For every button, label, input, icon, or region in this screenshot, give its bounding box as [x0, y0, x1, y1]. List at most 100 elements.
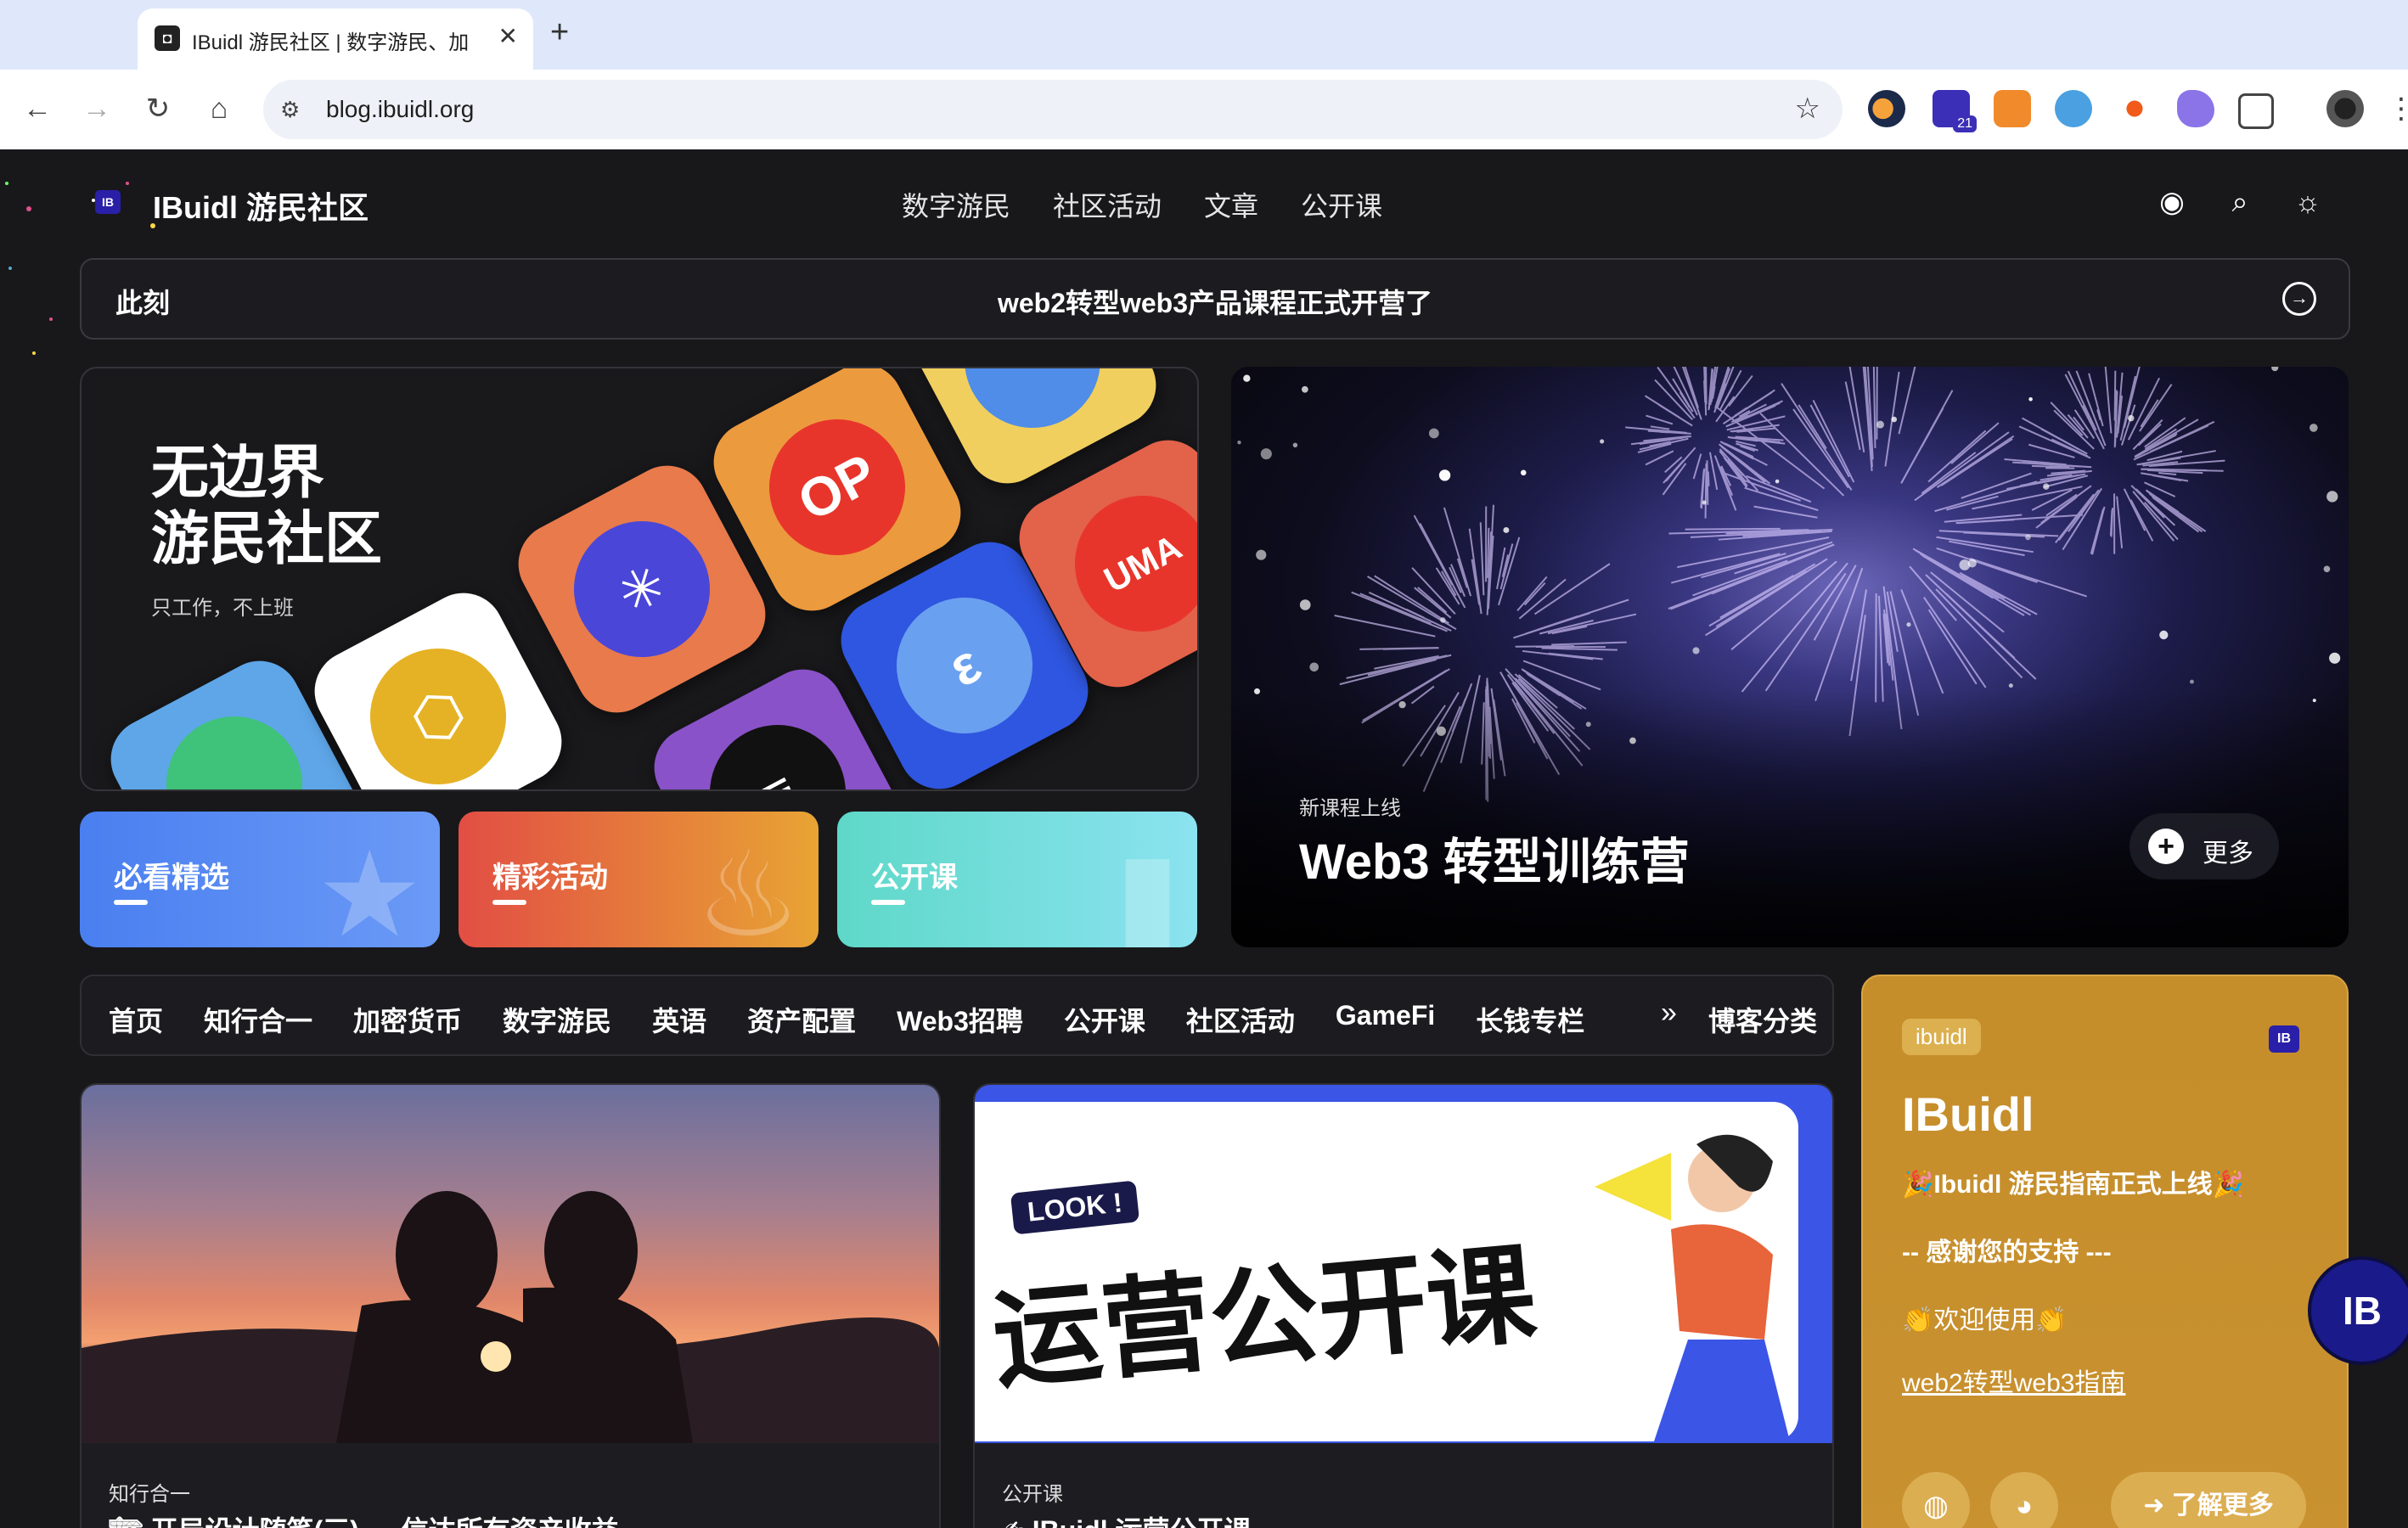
theme-sun-icon[interactable]: ☼: [2289, 183, 2326, 221]
feature-banner[interactable]: 新课程上线 Web3 转型训练营 + 更多: [1231, 367, 2349, 947]
back-arrow-icon[interactable]: ←: [19, 90, 56, 127]
article-card[interactable]: LOOK ! 运营公开课 公开课 ✍ IBuidl 运营公开课: [973, 1083, 1834, 1528]
quick-tile-featured[interactable]: 必看精选 ★: [80, 812, 440, 947]
firework-ray: [1704, 463, 1708, 519]
site-logo-icon[interactable]: IB: [95, 190, 121, 214]
firework-ray: [1498, 536, 1521, 606]
globe-icon[interactable]: ◍: [1902, 1472, 1970, 1528]
extension-ghost-icon[interactable]: [2177, 90, 2214, 127]
category-item[interactable]: 数字游民: [503, 1000, 611, 1039]
promo-tag[interactable]: ibuidl: [1902, 1019, 1981, 1055]
extension-icon[interactable]: [1868, 90, 1905, 127]
firework-ray: [1914, 431, 2010, 502]
quick-tile-courses[interactable]: 公开课 ▮: [837, 812, 1197, 947]
firework-ray: [1547, 613, 1637, 635]
firework-ray: [1921, 452, 1977, 495]
firework-spark: [2043, 483, 2050, 490]
main-nav: 数字游民 社区活动 文章 公开课: [902, 185, 1382, 224]
blog-categories-link[interactable]: 博客分类: [1708, 1000, 1817, 1039]
promo-line-1: 🎉Ibuidl 游民指南正式上线🎉: [1902, 1171, 2245, 1199]
metamask-fox-icon[interactable]: [1994, 90, 2031, 127]
address-bar[interactable]: ⚙ blog.ibuidl.org ☆: [263, 80, 1843, 139]
site-name[interactable]: IBuidl 游民社区: [153, 183, 369, 228]
category-item[interactable]: 首页: [109, 1000, 163, 1039]
firework-ray: [2068, 489, 2100, 532]
tab-title: IBuidl 游民社区 | 数字游民、加: [192, 31, 470, 53]
firework-ray: [1936, 536, 2034, 553]
category-item[interactable]: 知行合一: [204, 1000, 312, 1039]
extensions-puzzle-icon[interactable]: [2238, 93, 2274, 129]
nav-item-articles[interactable]: 文章: [1204, 185, 1258, 224]
podcast-icon[interactable]: ◉: [2153, 183, 2191, 221]
browser-menu-icon[interactable]: ⋮: [2383, 90, 2408, 127]
category-item[interactable]: Web3招聘: [897, 1000, 1023, 1039]
hero-title: 无边界 游民社区: [151, 440, 382, 572]
firework-ray: [2104, 367, 2113, 434]
firework-ray: [2050, 402, 2084, 436]
firework-spark: [2127, 414, 2135, 422]
firework-spark: [1292, 442, 1298, 448]
firework-ray: [1722, 389, 1775, 425]
firework-ray: [1781, 383, 1853, 491]
tile-underline: [114, 900, 148, 905]
double-chevron-icon[interactable]: »: [1661, 997, 1677, 1030]
extension-mortarboard-icon[interactable]: 21: [1933, 90, 1977, 132]
announcement-text[interactable]: web2转型web3产品课程正式开营了: [82, 282, 2349, 321]
nav-item-community-events[interactable]: 社区活动: [1053, 185, 1162, 224]
arrow-right-circle-icon[interactable]: →: [2282, 282, 2316, 316]
firework-ray: [1479, 522, 1485, 596]
github-icon[interactable]: ◕: [1990, 1472, 2058, 1528]
category-item[interactable]: 加密货币: [353, 1000, 462, 1039]
firework-ray: [1872, 367, 1876, 448]
firework-spark: [1237, 440, 1241, 445]
site-info-icon[interactable]: ⚙: [280, 97, 300, 123]
category-list: 首页 知行合一 加密货币 数字游民 英语 资产配置 Web3招聘 公开课 社区活动 GameFi 长…: [109, 1000, 1584, 1039]
nav-item-digital-nomad[interactable]: 数字游民: [902, 185, 1010, 224]
firework-spark: [2271, 367, 2279, 372]
profile-avatar[interactable]: [2326, 90, 2364, 127]
firework-spark: [2189, 679, 2194, 684]
floating-ib-badge[interactable]: IB: [2308, 1256, 2408, 1365]
browser-tab-active[interactable]: ◘ IBuidl 游民社区 | 数字游民、加 ✕: [138, 8, 533, 70]
category-item[interactable]: 社区活动: [1186, 1000, 1295, 1039]
extension-sparkle-icon[interactable]: [2116, 90, 2153, 127]
reload-icon[interactable]: ↻: [139, 90, 177, 127]
announcement-bar[interactable]: 此刻 web2转型web3产品课程正式开营了 →: [80, 258, 2350, 340]
firework-ray: [1646, 414, 1674, 425]
firework-spark: [1967, 559, 1977, 568]
firework-ray: [1900, 589, 1944, 694]
learn-more-label: 了解更多: [2171, 1491, 2274, 1520]
firework-spark: [1243, 374, 1251, 382]
forward-arrow-icon[interactable]: →: [78, 90, 115, 127]
firework-ray: [2130, 499, 2154, 542]
extension-bee-icon[interactable]: [2055, 90, 2092, 127]
nav-item-open-courses[interactable]: 公开课: [1301, 185, 1382, 224]
more-button[interactable]: + 更多: [2130, 813, 2279, 879]
category-item[interactable]: GameFi: [1336, 1000, 1435, 1039]
promo-line-2: -- 感谢您的支持 ---: [1902, 1239, 2112, 1267]
article-title[interactable]: ✍ IBuidl 运营公开课: [1002, 1509, 1251, 1528]
category-bar: 首页 知行合一 加密货币 数字游民 英语 资产配置 Web3招聘 公开课 社区活动 GameFi 长…: [80, 975, 1834, 1056]
guide-link[interactable]: web2转型web3指南: [1902, 1362, 2125, 1399]
category-item[interactable]: 英语: [652, 1000, 706, 1039]
article-category[interactable]: 知行合一: [109, 1477, 190, 1507]
learn-more-button[interactable]: ➜ 了解更多: [2111, 1472, 2306, 1528]
search-icon[interactable]: ⌕: [2221, 183, 2259, 221]
firework-ray: [1657, 367, 1696, 419]
hero-subtitle: 只工作，不上班: [151, 597, 294, 620]
article-category[interactable]: 公开课: [1002, 1477, 1063, 1507]
category-item[interactable]: 长钱专栏: [1476, 1000, 1584, 1039]
article-card[interactable]: 知行合一 🏗 开局设计随笔(三) — 信达所有资产收益: [80, 1083, 941, 1528]
article-title[interactable]: 🏗 开局设计随笔(三) — 信达所有资产收益: [109, 1509, 619, 1528]
category-item[interactable]: 资产配置: [747, 1000, 856, 1039]
bookmark-star-icon[interactable]: ☆: [1795, 92, 1820, 126]
home-icon[interactable]: ⌂: [200, 90, 238, 127]
quick-tile-events[interactable]: 精彩活动 ♨: [459, 812, 819, 947]
category-item[interactable]: 公开课: [1064, 1000, 1145, 1039]
firework-ray: [1961, 574, 2006, 599]
firework-ray: [1878, 595, 1884, 702]
firework-spark: [2309, 424, 2318, 432]
new-tab-icon[interactable]: +: [550, 15, 569, 49]
hero-banner[interactable]: 无边界 游民社区 只工作，不上班 ⬡ ✳ ≡ OP ε UMA: [80, 367, 1199, 791]
tab-close-icon[interactable]: ✕: [498, 22, 518, 50]
